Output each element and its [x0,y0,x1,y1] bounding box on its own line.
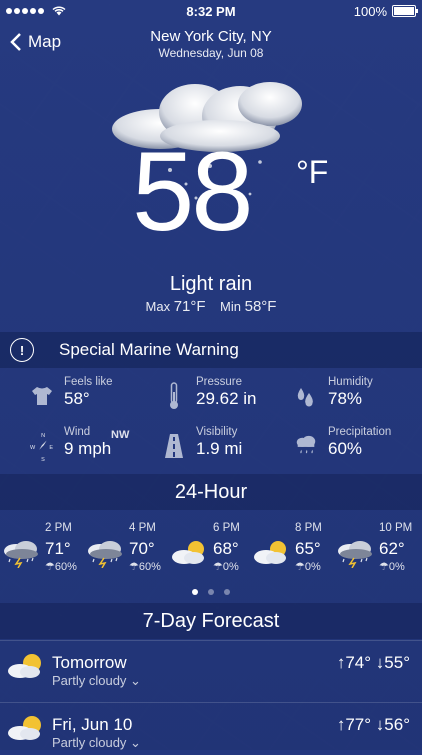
temperature-unit: °F [296,154,329,190]
city-name: New York City, NY [150,28,272,45]
max-min-temps: Max 71°F Min 58°F [0,298,422,315]
hour-rain: ☂0% [295,561,321,573]
detail-humidity: Humidity 78% [294,376,373,416]
raindrop-icon: ☂ [379,561,389,573]
max-temp: 71°F [173,298,206,315]
nav-bar: Map New York City, NY Wednesday, Jun 08 [0,22,422,66]
current-temperature: 58 [132,129,254,254]
min-label: Min [220,299,241,314]
raindrop-icon: ☂ [295,561,305,573]
max-label: Max [145,299,171,314]
min-temp: 58°F [244,298,277,315]
day-temps: ↑77° ↓56° [336,715,410,734]
day-row[interactable]: Fri, Jun 10 Partly cloudy ⌄ ↑77° ↓56° [0,702,422,755]
road-icon [162,426,186,466]
day-name: Tomorrow [52,653,127,672]
page-dot[interactable] [208,589,214,595]
status-time: 8:32 PM [186,3,236,19]
detail-pressure: Pressure 29.62 in [162,376,257,416]
status-bar: 8:32 PM 100% [0,0,422,22]
battery-icon [392,5,418,17]
tshirt-icon [30,376,54,416]
raindrop-icon: ☂ [129,561,139,573]
hour-time: 10 PM [379,522,413,534]
weather-warning-banner[interactable]: ! Special Marine Warning [0,332,422,368]
day-description: Partly cloudy ⌄ [52,673,141,688]
page-dot[interactable] [192,589,198,595]
day-description: Partly cloudy ⌄ [52,735,141,750]
hourly-item: 6 PM 68° ☂0% [170,522,254,578]
current-date: Wednesday, Jun 08 [158,46,264,60]
detail-precipitation: Precipitation 60% [294,426,391,466]
weekly-title: 7-Day Forecast [0,603,422,639]
partly-cloudy-icon [8,716,41,740]
current-condition: Light rain [169,273,253,295]
details-grid: Feels like 58° Pressure 29.62 in Humidity 7… [0,368,422,472]
hourly-item: 8 PM 65° ☂0% [252,522,336,578]
hourly-title: 24-Hour [0,474,422,510]
detail-feels-like: Feels like 58° [30,376,113,416]
hour-time: 8 PM [295,522,322,534]
hour-time: 4 PM [129,522,156,534]
svg-text:E: E [49,445,53,451]
partly-cloudy-icon [8,654,41,678]
hourly-item: 2 PM 71° ☂60% [2,522,86,578]
hour-time: 2 PM [45,522,72,534]
exclamation-circle-icon: ! [10,338,34,362]
hour-rain: ☂60% [45,561,77,573]
svg-text:W: W [30,445,36,451]
svg-text:S: S [41,457,45,463]
detail-visibility: Visibility 1.9 mi [162,426,242,466]
detail-wind: N W E S Wind 9 mph [30,426,111,466]
page-indicator[interactable] [0,589,422,595]
droplets-icon [294,376,318,416]
hour-rain: ☂0% [213,561,239,573]
raindrop-icon: ☂ [213,561,223,573]
thermometer-icon [162,376,186,416]
hour-rain: ☂0% [379,561,405,573]
raindrop-icon: ☂ [45,561,55,573]
hourly-item: 10 PM 62° ☂0% [336,522,420,578]
day-temps: ↑74° ↓55° [336,653,410,672]
wind-direction: NW [111,429,130,441]
hour-time: 6 PM [213,522,240,534]
hourly-item: 4 PM 70° ☂60% [86,522,170,578]
chevron-down-icon: ⌄ [130,673,141,688]
compass-icon: N W E S [30,426,54,466]
svg-text:N: N [41,433,45,439]
signal-icon [6,4,66,19]
wifi-icon [52,4,66,19]
day-name: Fri, Jun 10 [52,715,133,734]
hour-temp: 65° [295,539,321,558]
cloud-rain-icon [294,426,318,466]
hour-temp: 70° [129,539,155,558]
day-row[interactable]: Tomorrow Partly cloudy ⌄ ↑74° ↓55° [0,640,422,693]
page-dot[interactable] [224,589,230,595]
hour-temp: 71° [45,539,71,558]
chevron-down-icon: ⌄ [130,735,141,750]
battery-percent: 100% [353,3,387,19]
warning-text: Special Marine Warning [59,340,239,359]
hour-temp: 68° [213,539,239,558]
hour-rain: ☂60% [129,561,161,573]
hour-temp: 62° [379,539,405,558]
